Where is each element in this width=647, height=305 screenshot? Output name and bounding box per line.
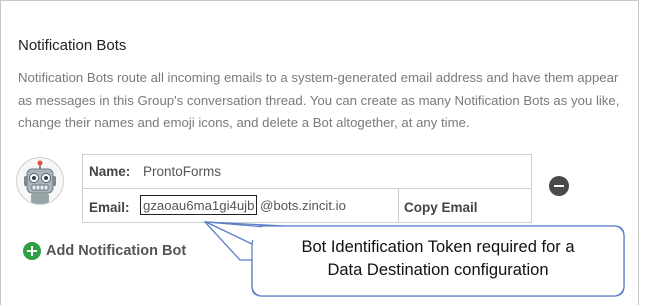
callout-text: Bot Identification Token required for a …: [254, 236, 622, 282]
callout-line-1: Bot Identification Token required for a: [301, 238, 575, 256]
callout-line-2: Data Destination configuration: [327, 261, 549, 279]
